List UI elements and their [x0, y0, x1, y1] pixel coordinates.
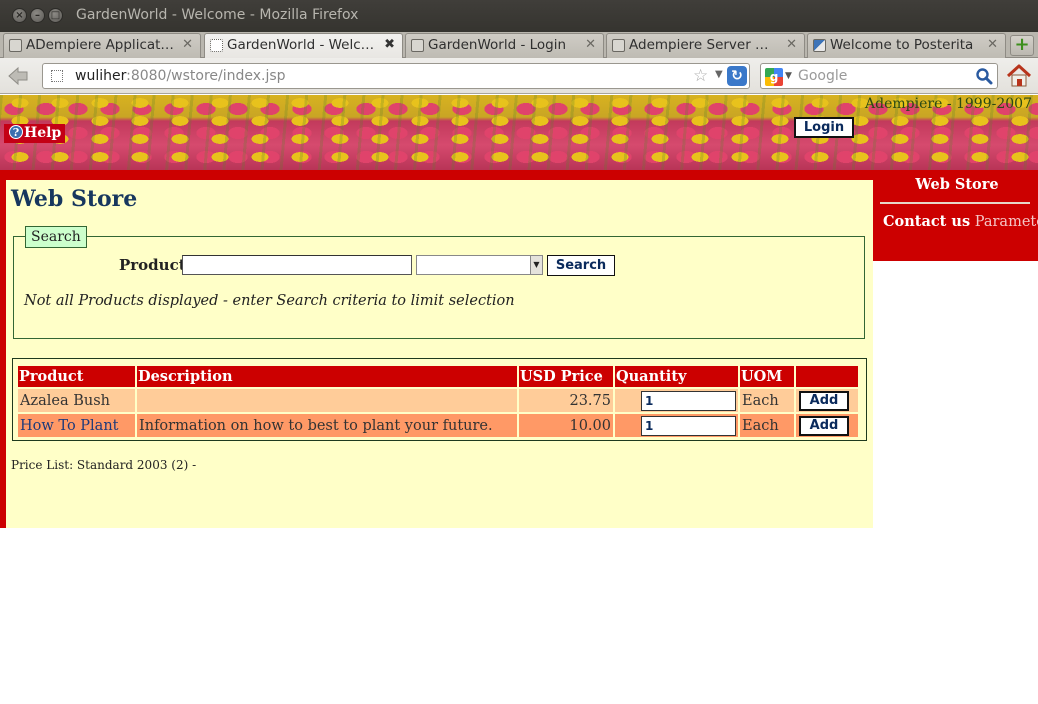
header-quantity: Quantity [615, 366, 738, 387]
quantity-input[interactable]: 1 [641, 390, 736, 411]
reload-icon[interactable]: ↻ [727, 66, 747, 86]
price-list-info: Price List: Standard 2003 (2) - [11, 458, 197, 472]
add-to-cart-button[interactable]: Add [799, 390, 849, 411]
bookmark-star-icon[interactable]: ☆ [693, 66, 708, 86]
page-favicon-icon [210, 39, 223, 52]
site-identity-icon[interactable] [51, 70, 63, 82]
page-title: Web Store [11, 186, 138, 212]
window-close-button[interactable]: × [12, 8, 27, 23]
navigation-toolbar: wuliher:8080/wstore/index.jsp ☆ ▼ ↻ g ▼ … [0, 58, 1038, 94]
add-to-cart-button[interactable]: Add [799, 415, 849, 436]
tab-gardenworld-login[interactable]: GardenWorld - Login ✕ [405, 33, 604, 58]
tab-close-icon[interactable]: ✖ [384, 37, 395, 52]
window-title: GardenWorld - Welcome - Mozilla Firefox [76, 7, 359, 23]
google-engine-icon[interactable]: g [765, 68, 783, 86]
contact-parameter: Parameter3 [974, 214, 1038, 230]
url-bar[interactable]: wuliher:8080/wstore/index.jsp ☆ ▼ ↻ [42, 63, 750, 89]
tab-adempiere-application[interactable]: ADempiere Applicat… ✕ [3, 33, 201, 58]
quantity-cell: 1 [615, 414, 738, 437]
tab-close-icon[interactable]: ✕ [987, 37, 998, 52]
help-question-icon: ? [9, 125, 23, 139]
tab-label: Adempiere Server … [629, 37, 769, 53]
engine-dropdown-icon[interactable]: ▼ [785, 71, 792, 81]
sidebar-divider [880, 202, 1030, 204]
product-name: How To Plant [18, 414, 135, 437]
header-product: Product [18, 366, 135, 387]
product-search-input[interactable] [182, 255, 412, 275]
sidebar-menu: Web Store Contact us Parameter3 [873, 170, 1038, 261]
tab-close-icon[interactable]: ✕ [585, 37, 596, 52]
window-titlebar: × – □ GardenWorld - Welcome - Mozilla Fi… [0, 0, 1038, 32]
header-description: Description [137, 366, 517, 387]
url-dropdown-icon[interactable]: ▼ [715, 69, 723, 80]
tab-strip: ADempiere Applicat… ✕ GardenWorld - Welc… [0, 32, 1038, 59]
chevron-down-icon[interactable]: ▼ [530, 256, 542, 274]
add-cell: Add [796, 414, 858, 437]
quantity-input[interactable]: 1 [641, 415, 736, 436]
header-price: USD Price [519, 366, 613, 387]
home-icon[interactable] [1006, 63, 1032, 89]
page-favicon-icon [9, 39, 22, 52]
back-arrow-icon[interactable] [6, 65, 30, 87]
product-label: Product [119, 256, 186, 274]
product-name: Azalea Bush [18, 389, 135, 412]
header-action [796, 366, 858, 387]
sidebar-contact: Contact us Parameter3 [883, 213, 1038, 230]
products-table-frame: Product Description USD Price Quantity U… [12, 358, 867, 441]
copyright-text: Adempiere - 1999-2007 [865, 96, 1032, 112]
tab-label: ADempiere Applicat… [26, 37, 174, 53]
magnifier-icon[interactable] [975, 67, 993, 85]
table-header-row: Product Description USD Price Quantity U… [18, 366, 858, 387]
login-button[interactable]: Login [794, 117, 854, 138]
web-search-bar[interactable]: g ▼ Google [760, 63, 998, 89]
table-row: How To Plant Information on how to best … [18, 414, 858, 437]
sidebar-item-web-store[interactable]: Web Store [873, 176, 1038, 193]
tab-adempiere-server[interactable]: Adempiere Server … ✕ [606, 33, 805, 58]
content-top-border [0, 170, 873, 180]
url-text[interactable]: wuliher:8080/wstore/index.jsp [75, 68, 286, 84]
help-link[interactable]: ? Help [4, 124, 66, 143]
search-notice: Not all Products displayed - enter Searc… [24, 293, 515, 309]
window-minimize-button[interactable]: – [30, 8, 45, 23]
search-button[interactable]: Search [547, 255, 615, 276]
help-label: Help [24, 125, 62, 141]
product-uom: Each [740, 414, 794, 437]
window-maximize-button[interactable]: □ [48, 8, 63, 23]
product-link[interactable]: How To Plant [20, 418, 118, 434]
product-description: Information on how to best to plant your… [137, 414, 517, 437]
product-description [137, 389, 517, 412]
add-cell: Add [796, 389, 858, 412]
tab-gardenworld-welcome[interactable]: GardenWorld - Welc… ✖ [204, 33, 403, 59]
product-price: 23.75 [519, 389, 613, 412]
product-price: 10.00 [519, 414, 613, 437]
main-content-panel: Web Store Search Product ▼ Search Not al… [6, 180, 873, 528]
page-favicon-icon [612, 39, 625, 52]
tab-label: Welcome to Posterita [830, 37, 974, 53]
page-viewport: Adempiere - 1999-2007 ? Help Login Web St… [0, 95, 1038, 704]
table-row: Azalea Bush 23.75 1 Each Add [18, 389, 858, 412]
category-select[interactable]: ▼ [416, 255, 543, 275]
header-uom: UOM [740, 366, 794, 387]
tab-label: GardenWorld - Welc… [227, 37, 375, 53]
tab-close-icon[interactable]: ✕ [182, 37, 193, 52]
contact-us-link[interactable]: Contact us [883, 213, 970, 230]
products-table: Product Description USD Price Quantity U… [16, 364, 860, 439]
quantity-cell: 1 [615, 389, 738, 412]
page-favicon-icon [813, 39, 826, 52]
product-uom: Each [740, 389, 794, 412]
search-placeholder: Google [798, 68, 848, 84]
search-fieldset: Search Product ▼ Search Not all Products… [13, 226, 865, 339]
tab-label: GardenWorld - Login [428, 37, 567, 53]
tab-close-icon[interactable]: ✕ [786, 37, 797, 52]
search-legend: Search [25, 226, 87, 248]
tab-welcome-posterita[interactable]: Welcome to Posterita ✕ [807, 33, 1006, 58]
page-favicon-icon [411, 39, 424, 52]
new-tab-plus-icon[interactable]: + [1010, 35, 1034, 56]
